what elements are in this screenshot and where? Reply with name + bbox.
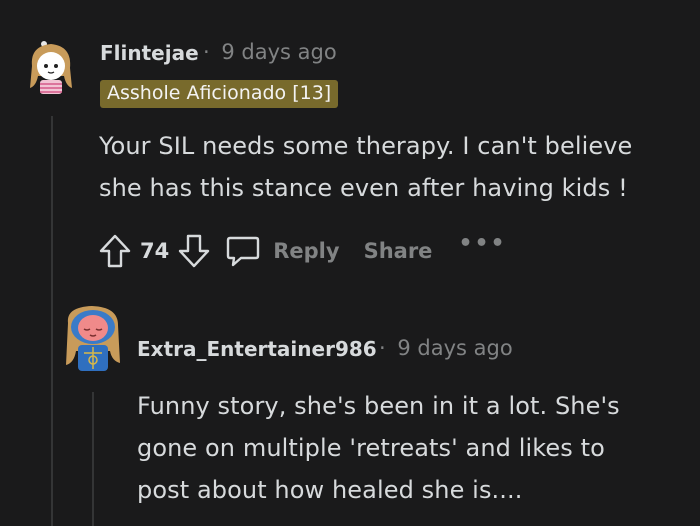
meta-separator: · <box>379 336 386 360</box>
comment-timestamp[interactable]: 9 days ago <box>221 40 336 64</box>
upvote-arrow-icon[interactable] <box>96 231 134 271</box>
vote-score: 74 <box>140 239 170 263</box>
thread-line-comment[interactable] <box>51 116 53 526</box>
reply-timestamp[interactable]: 9 days ago <box>397 336 512 360</box>
comment-meta: · 9 days ago <box>203 40 337 64</box>
reply-button[interactable]: Reply <box>223 231 340 271</box>
commenter-username[interactable]: Flintejae <box>100 41 199 65</box>
reply-avatar[interactable] <box>62 303 124 375</box>
reply-meta: · 9 days ago <box>379 336 513 360</box>
reply-label: Reply <box>273 239 340 263</box>
comment-action-bar: 74 Reply Share ••• <box>96 230 507 272</box>
user-flair: Asshole Aficionado [13] <box>100 80 339 108</box>
reply-username[interactable]: Extra_Entertainer986 <box>137 337 377 361</box>
more-options-icon[interactable]: ••• <box>458 231 506 256</box>
share-button[interactable]: Share <box>364 239 433 263</box>
meta-separator: · <box>203 40 210 64</box>
comment-body: Your SIL needs some therapy. I can't bel… <box>99 132 633 202</box>
thread-line-reply[interactable] <box>92 392 94 526</box>
commenter-avatar[interactable] <box>22 36 80 100</box>
downvote-arrow-icon[interactable] <box>175 231 213 271</box>
reply-body: Funny story, she's been in it a lot. She… <box>137 392 620 504</box>
speech-bubble-icon <box>223 231 263 271</box>
